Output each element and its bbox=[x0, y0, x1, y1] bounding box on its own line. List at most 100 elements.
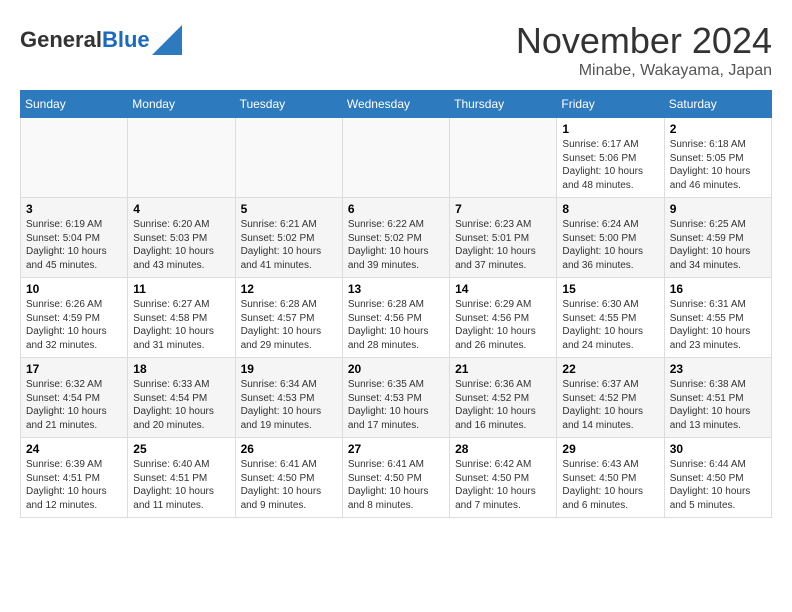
weekday-header: Saturday bbox=[664, 91, 771, 118]
weekday-header: Tuesday bbox=[235, 91, 342, 118]
logo-blue: Blue bbox=[102, 27, 150, 52]
day-number: 30 bbox=[670, 442, 766, 456]
calendar-cell: 29 Sunrise: 6:43 AMSunset: 4:50 PMDayligh… bbox=[557, 438, 664, 518]
calendar-cell bbox=[342, 118, 449, 198]
day-info: Sunrise: 6:38 AMSunset: 4:51 PMDaylight:… bbox=[670, 378, 766, 432]
day-info: Sunrise: 6:40 AMSunset: 4:51 PMDaylight:… bbox=[133, 458, 229, 512]
calendar-header-row: SundayMondayTuesdayWednesdayThursdayFrid… bbox=[21, 91, 772, 118]
calendar-cell: 16 Sunrise: 6:31 AMSunset: 4:55 PMDayligh… bbox=[664, 278, 771, 358]
calendar-week-row: 1 Sunrise: 6:17 AMSunset: 5:06 PMDaylight… bbox=[21, 118, 772, 198]
calendar-cell: 18 Sunrise: 6:33 AMSunset: 4:54 PMDayligh… bbox=[128, 358, 235, 438]
calendar-week-row: 17 Sunrise: 6:32 AMSunset: 4:54 PMDayligh… bbox=[21, 358, 772, 438]
day-number: 23 bbox=[670, 362, 766, 376]
calendar-cell bbox=[128, 118, 235, 198]
day-number: 18 bbox=[133, 362, 229, 376]
day-number: 7 bbox=[455, 202, 551, 216]
calendar-cell: 3 Sunrise: 6:19 AMSunset: 5:04 PMDaylight… bbox=[21, 198, 128, 278]
calendar-cell: 15 Sunrise: 6:30 AMSunset: 4:55 PMDayligh… bbox=[557, 278, 664, 358]
day-number: 17 bbox=[26, 362, 122, 376]
calendar-cell: 1 Sunrise: 6:17 AMSunset: 5:06 PMDaylight… bbox=[557, 118, 664, 198]
day-number: 5 bbox=[241, 202, 337, 216]
day-number: 8 bbox=[562, 202, 658, 216]
calendar-cell: 2 Sunrise: 6:18 AMSunset: 5:05 PMDaylight… bbox=[664, 118, 771, 198]
weekday-header: Sunday bbox=[21, 91, 128, 118]
day-number: 14 bbox=[455, 282, 551, 296]
day-number: 1 bbox=[562, 122, 658, 136]
day-info: Sunrise: 6:32 AMSunset: 4:54 PMDaylight:… bbox=[26, 378, 122, 432]
day-info: Sunrise: 6:31 AMSunset: 4:55 PMDaylight:… bbox=[670, 298, 766, 352]
day-info: Sunrise: 6:28 AMSunset: 4:56 PMDaylight:… bbox=[348, 298, 444, 352]
calendar-week-row: 24 Sunrise: 6:39 AMSunset: 4:51 PMDayligh… bbox=[21, 438, 772, 518]
day-info: Sunrise: 6:42 AMSunset: 4:50 PMDaylight:… bbox=[455, 458, 551, 512]
calendar-cell: 6Sunrise: 6:22 AMSunset: 5:02 PMDaylight… bbox=[342, 198, 449, 278]
calendar-cell: 27 Sunrise: 6:41 AMSunset: 4:50 PMDayligh… bbox=[342, 438, 449, 518]
logo: GeneralBlue bbox=[20, 25, 182, 55]
calendar-cell bbox=[450, 118, 557, 198]
day-info: Sunrise: 6:44 AMSunset: 4:50 PMDaylight:… bbox=[670, 458, 766, 512]
calendar-week-row: 10 Sunrise: 6:26 AMSunset: 4:59 PMDayligh… bbox=[21, 278, 772, 358]
calendar-cell: 28 Sunrise: 6:42 AMSunset: 4:50 PMDayligh… bbox=[450, 438, 557, 518]
day-info: Sunrise: 6:17 AMSunset: 5:06 PMDaylight:… bbox=[562, 138, 658, 192]
day-number: 25 bbox=[133, 442, 229, 456]
day-info: Sunrise: 6:37 AMSunset: 4:52 PMDaylight:… bbox=[562, 378, 658, 432]
calendar-cell: 9Sunrise: 6:25 AMSunset: 4:59 PMDaylight… bbox=[664, 198, 771, 278]
day-info: Sunrise: 6:19 AMSunset: 5:04 PMDaylight:… bbox=[26, 218, 122, 272]
day-info: Sunrise: 6:29 AMSunset: 4:56 PMDaylight:… bbox=[455, 298, 551, 352]
day-number: 3 bbox=[26, 202, 122, 216]
calendar-cell: 11Sunrise: 6:27 AMSunset: 4:58 PMDayligh… bbox=[128, 278, 235, 358]
day-info: Sunrise: 6:28 AMSunset: 4:57 PMDaylight:… bbox=[241, 298, 337, 352]
day-number: 16 bbox=[670, 282, 766, 296]
calendar-cell: 10 Sunrise: 6:26 AMSunset: 4:59 PMDayligh… bbox=[21, 278, 128, 358]
calendar-table: SundayMondayTuesdayWednesdayThursdayFrid… bbox=[20, 90, 772, 518]
calendar-cell bbox=[21, 118, 128, 198]
day-info: Sunrise: 6:41 AMSunset: 4:50 PMDaylight:… bbox=[348, 458, 444, 512]
calendar-subtitle: Minabe, Wakayama, Japan bbox=[516, 62, 772, 80]
day-info: Sunrise: 6:25 AMSunset: 4:59 PMDaylight:… bbox=[670, 218, 766, 272]
calendar-cell: 19Sunrise: 6:34 AMSunset: 4:53 PMDayligh… bbox=[235, 358, 342, 438]
calendar-week-row: 3 Sunrise: 6:19 AMSunset: 5:04 PMDaylight… bbox=[21, 198, 772, 278]
calendar-cell: 24 Sunrise: 6:39 AMSunset: 4:51 PMDayligh… bbox=[21, 438, 128, 518]
day-number: 6 bbox=[348, 202, 444, 216]
calendar-cell: 22 Sunrise: 6:37 AMSunset: 4:52 PMDayligh… bbox=[557, 358, 664, 438]
day-info: Sunrise: 6:24 AMSunset: 5:00 PMDaylight:… bbox=[562, 218, 658, 272]
day-number: 29 bbox=[562, 442, 658, 456]
day-number: 20 bbox=[348, 362, 444, 376]
day-number: 13 bbox=[348, 282, 444, 296]
calendar-cell bbox=[235, 118, 342, 198]
day-info: Sunrise: 6:41 AMSunset: 4:50 PMDaylight:… bbox=[241, 458, 337, 512]
day-info: Sunrise: 6:39 AMSunset: 4:51 PMDaylight:… bbox=[26, 458, 122, 512]
day-number: 2 bbox=[670, 122, 766, 136]
day-info: Sunrise: 6:23 AMSunset: 5:01 PMDaylight:… bbox=[455, 218, 551, 272]
calendar-cell: 23 Sunrise: 6:38 AMSunset: 4:51 PMDayligh… bbox=[664, 358, 771, 438]
calendar-cell: 4Sunrise: 6:20 AMSunset: 5:03 PMDaylight… bbox=[128, 198, 235, 278]
day-info: Sunrise: 6:34 AMSunset: 4:53 PMDaylight:… bbox=[241, 378, 337, 432]
day-info: Sunrise: 6:21 AMSunset: 5:02 PMDaylight:… bbox=[241, 218, 337, 272]
day-number: 24 bbox=[26, 442, 122, 456]
day-info: Sunrise: 6:33 AMSunset: 4:54 PMDaylight:… bbox=[133, 378, 229, 432]
weekday-header: Friday bbox=[557, 91, 664, 118]
day-number: 10 bbox=[26, 282, 122, 296]
title-section: November 2024 Minabe, Wakayama, Japan bbox=[516, 20, 772, 80]
calendar-title: November 2024 bbox=[516, 20, 772, 62]
logo-general: General bbox=[20, 27, 102, 52]
day-number: 22 bbox=[562, 362, 658, 376]
calendar-cell: 12Sunrise: 6:28 AMSunset: 4:57 PMDayligh… bbox=[235, 278, 342, 358]
calendar-cell: 30 Sunrise: 6:44 AMSunset: 4:50 PMDayligh… bbox=[664, 438, 771, 518]
day-number: 15 bbox=[562, 282, 658, 296]
day-info: Sunrise: 6:36 AMSunset: 4:52 PMDaylight:… bbox=[455, 378, 551, 432]
calendar-cell: 26 Sunrise: 6:41 AMSunset: 4:50 PMDayligh… bbox=[235, 438, 342, 518]
day-info: Sunrise: 6:26 AMSunset: 4:59 PMDaylight:… bbox=[26, 298, 122, 352]
day-number: 27 bbox=[348, 442, 444, 456]
day-info: Sunrise: 6:18 AMSunset: 5:05 PMDaylight:… bbox=[670, 138, 766, 192]
calendar-cell: 7 Sunrise: 6:23 AMSunset: 5:01 PMDaylight… bbox=[450, 198, 557, 278]
day-info: Sunrise: 6:43 AMSunset: 4:50 PMDaylight:… bbox=[562, 458, 658, 512]
day-info: Sunrise: 6:30 AMSunset: 4:55 PMDaylight:… bbox=[562, 298, 658, 352]
day-info: Sunrise: 6:20 AMSunset: 5:03 PMDaylight:… bbox=[133, 218, 229, 272]
day-number: 26 bbox=[241, 442, 337, 456]
weekday-header: Monday bbox=[128, 91, 235, 118]
day-number: 28 bbox=[455, 442, 551, 456]
calendar-cell: 5 Sunrise: 6:21 AMSunset: 5:02 PMDaylight… bbox=[235, 198, 342, 278]
calendar-cell: 25 Sunrise: 6:40 AMSunset: 4:51 PMDayligh… bbox=[128, 438, 235, 518]
calendar-cell: 13 Sunrise: 6:28 AMSunset: 4:56 PMDayligh… bbox=[342, 278, 449, 358]
calendar-cell: 21Sunrise: 6:36 AMSunset: 4:52 PMDayligh… bbox=[450, 358, 557, 438]
